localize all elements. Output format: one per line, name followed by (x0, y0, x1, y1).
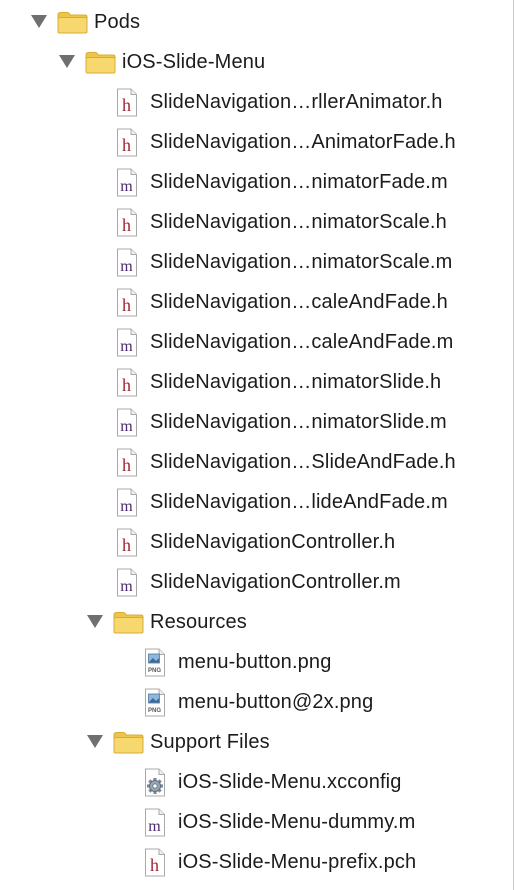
svg-text:PNG: PNG (148, 708, 161, 714)
file-row[interactable]: h SlideNavigation…nimatorScale.h (0, 202, 513, 242)
file-row[interactable]: h SlideNavigation…rllerAnimator.h (0, 82, 513, 122)
folder-icon (57, 11, 88, 34)
svg-text:h: h (122, 95, 131, 115)
project-navigator: Pods iOS-Slide-Menu h SlideNavigation…rller… (0, 0, 514, 890)
header-file-icon: h (144, 848, 166, 877)
header-file-icon: h (116, 368, 138, 397)
xcconfig-file-icon (144, 768, 166, 797)
file-row[interactable]: m SlideNavigation…lideAndFade.m (0, 482, 513, 522)
header-file-icon: h (116, 208, 138, 237)
source-file-icon: m (116, 168, 138, 197)
folder-icon (85, 51, 116, 74)
svg-text:m: m (120, 258, 133, 275)
row-label: SlideNavigationController.h (150, 531, 396, 553)
folder-row-resources[interactable]: Resources (0, 602, 513, 642)
file-row[interactable]: h iOS-Slide-Menu-prefix.pch (0, 842, 513, 882)
file-row[interactable]: h SlideNavigation…nimatorSlide.h (0, 362, 513, 402)
svg-text:m: m (120, 338, 133, 355)
source-file-icon: m (116, 248, 138, 277)
row-label: Support Files (150, 731, 270, 753)
file-row[interactable]: m SlideNavigation…nimatorFade.m (0, 162, 513, 202)
folder-icon (113, 731, 144, 754)
svg-text:h: h (122, 455, 131, 475)
header-file-icon: h (116, 448, 138, 477)
source-file-icon: m (116, 328, 138, 357)
disclosure-triangle-expanded-icon[interactable] (59, 55, 75, 68)
row-label: SlideNavigation…nimatorFade.m (150, 171, 448, 193)
row-label: menu-button.png (178, 651, 332, 673)
folder-icon (113, 611, 144, 634)
png-file-icon: PNG (144, 648, 166, 677)
header-file-icon: h (116, 528, 138, 557)
folder-row-support-files[interactable]: Support Files (0, 722, 513, 762)
file-row[interactable]: PNG menu-button.png (0, 642, 513, 682)
header-file-icon: h (116, 128, 138, 157)
disclosure-triangle-expanded-icon[interactable] (87, 615, 103, 628)
row-label: SlideNavigation…caleAndFade.h (150, 291, 448, 313)
header-file-icon: h (116, 88, 138, 117)
row-label: SlideNavigation…nimatorScale.h (150, 211, 447, 233)
svg-text:h: h (122, 375, 131, 395)
svg-text:m: m (120, 418, 133, 435)
header-file-icon: h (116, 288, 138, 317)
source-file-icon: m (116, 568, 138, 597)
row-label: SlideNavigation…SlideAndFade.h (150, 451, 456, 473)
source-file-icon: m (144, 808, 166, 837)
svg-text:h: h (150, 855, 159, 875)
svg-text:m: m (120, 578, 133, 595)
file-row[interactable]: m SlideNavigationController.m (0, 562, 513, 602)
disclosure-triangle-expanded-icon[interactable] (87, 735, 103, 748)
row-label: SlideNavigation…nimatorSlide.h (150, 371, 442, 393)
png-file-icon: PNG (144, 688, 166, 717)
file-row[interactable]: PNG menu-button@2x.png (0, 682, 513, 722)
row-label: SlideNavigation…rllerAnimator.h (150, 91, 443, 113)
folder-row-pods[interactable]: Pods (0, 2, 513, 42)
file-row[interactable]: iOS-Slide-Menu.xcconfig (0, 762, 513, 802)
source-file-icon: m (116, 488, 138, 517)
file-row[interactable]: h SlideNavigation…SlideAndFade.h (0, 442, 513, 482)
svg-text:m: m (120, 178, 133, 195)
svg-text:h: h (122, 135, 131, 155)
svg-text:h: h (122, 295, 131, 315)
file-row[interactable]: m SlideNavigation…nimatorScale.m (0, 242, 513, 282)
row-label: iOS-Slide-Menu-dummy.m (178, 811, 416, 833)
svg-text:m: m (120, 498, 133, 515)
row-label: SlideNavigation…nimatorScale.m (150, 251, 453, 273)
row-label: Resources (150, 611, 247, 633)
file-row[interactable]: m SlideNavigation…caleAndFade.m (0, 322, 513, 362)
disclosure-triangle-expanded-icon[interactable] (31, 15, 47, 28)
row-label: SlideNavigation…caleAndFade.m (150, 331, 454, 353)
svg-text:h: h (122, 535, 131, 555)
file-row[interactable]: h SlideNavigation…AnimatorFade.h (0, 122, 513, 162)
row-label: SlideNavigation…lideAndFade.m (150, 491, 448, 513)
row-label: SlideNavigation…AnimatorFade.h (150, 131, 456, 153)
file-row[interactable]: m iOS-Slide-Menu-dummy.m (0, 802, 513, 842)
row-label: menu-button@2x.png (178, 691, 374, 713)
row-label: iOS-Slide-Menu.xcconfig (178, 771, 402, 793)
row-label: iOS-Slide-Menu (122, 51, 266, 73)
row-label: iOS-Slide-Menu-prefix.pch (178, 851, 417, 873)
folder-row-ios-slide-menu[interactable]: iOS-Slide-Menu (0, 42, 513, 82)
row-label: SlideNavigationController.m (150, 571, 401, 593)
source-file-icon: m (116, 408, 138, 437)
row-label: SlideNavigation…nimatorSlide.m (150, 411, 447, 433)
svg-text:h: h (122, 215, 131, 235)
file-row[interactable]: m SlideNavigation…nimatorSlide.m (0, 402, 513, 442)
svg-text:PNG: PNG (148, 668, 161, 674)
file-row[interactable]: h SlideNavigationController.h (0, 522, 513, 562)
svg-text:m: m (148, 818, 161, 835)
file-row[interactable]: h SlideNavigation…caleAndFade.h (0, 282, 513, 322)
row-label: Pods (94, 11, 141, 33)
